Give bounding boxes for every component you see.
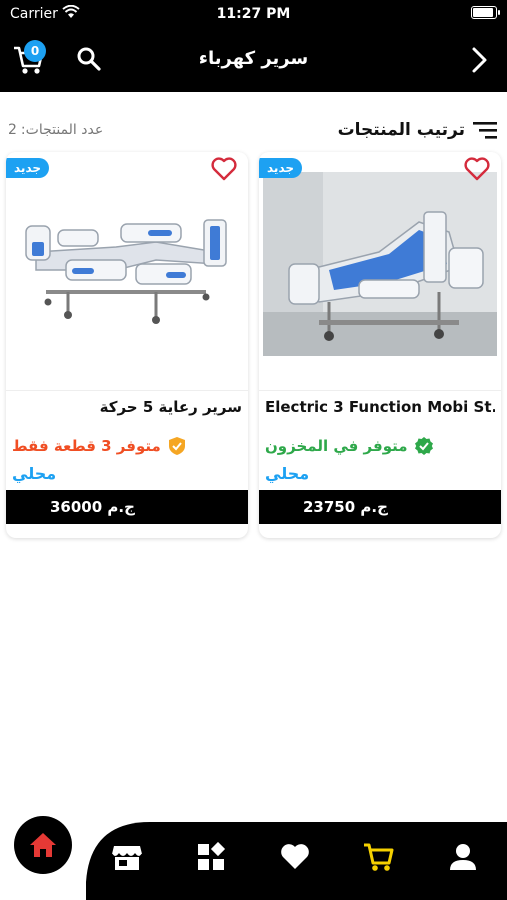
search-icon [77, 47, 101, 71]
product-image [259, 152, 501, 390]
tab-cart[interactable] [362, 840, 396, 874]
clock: 11:27 PM [216, 6, 291, 22]
tab-store[interactable] [110, 840, 144, 874]
favorite-button[interactable] [210, 156, 238, 182]
price: 36000 ج.م [6, 490, 248, 524]
product-name: Electric 3 Function Mobi St... [265, 398, 495, 416]
shield-check-icon [168, 437, 185, 455]
tab-favorites[interactable] [278, 840, 312, 874]
sort-icon [473, 122, 497, 139]
heart-outline-icon [464, 157, 490, 181]
nav-bar: 0 سرير كهرباء [0, 28, 507, 92]
status-bar: Carrier 11:27 PM [0, 0, 507, 28]
product-count: عدد المنتجات: 2 [8, 122, 103, 138]
heart-outline-icon [211, 157, 237, 181]
tab-home[interactable] [14, 816, 72, 874]
verified-check-icon [414, 437, 433, 455]
toolbar: ترتيب المنتجات عدد المنتجات: 2 [0, 108, 507, 152]
favorites-icon [281, 844, 309, 869]
favorite-button[interactable] [463, 156, 491, 182]
stock-status: متوفر في المخزون [265, 436, 434, 456]
tab-categories[interactable] [194, 840, 228, 874]
product-image [6, 152, 248, 390]
product-card[interactable]: جديد سرير رعاية 5 حركة متوفر 3 قطعة فقط … [6, 152, 248, 538]
profile-icon [450, 844, 476, 870]
sort-button[interactable]: ترتيب المنتجات [338, 118, 497, 142]
home-icon [30, 833, 56, 857]
price: 23750 ج.م [259, 490, 501, 524]
product-name: سرير رعاية 5 حركة [99, 398, 242, 416]
stock-text: متوفر في المخزون [265, 437, 408, 455]
back-button[interactable] [467, 46, 491, 74]
tab-bar [0, 816, 507, 900]
product-count-value: 2 [8, 122, 17, 138]
cart-button[interactable]: 0 [12, 40, 46, 76]
battery-icon [471, 6, 500, 19]
stock-status: متوفر 3 قطعة فقط [12, 436, 187, 456]
location-label: محلي [265, 464, 310, 483]
page-title: سرير كهرباء [198, 48, 309, 69]
divider [259, 390, 501, 391]
divider [6, 390, 248, 391]
store-icon [111, 846, 143, 870]
search-button[interactable] [76, 46, 102, 72]
new-badge: جديد [6, 158, 50, 178]
sort-label: ترتيب المنتجات [337, 120, 465, 140]
tab-profile[interactable] [446, 840, 480, 874]
product-count-label: عدد المنتجات: [20, 122, 104, 138]
categories-icon [198, 842, 226, 870]
stock-text: متوفر 3 قطعة فقط [12, 437, 161, 455]
cart-icon [364, 843, 394, 871]
tab-bar-background [0, 822, 507, 900]
product-card[interactable]: جديد Electric 3 Function Mobi St... متوف… [259, 152, 501, 538]
cart-count-badge: 0 [24, 40, 46, 62]
location-label: محلي [12, 464, 57, 483]
new-badge: جديد [259, 158, 303, 178]
chevron-right-icon [472, 47, 487, 73]
